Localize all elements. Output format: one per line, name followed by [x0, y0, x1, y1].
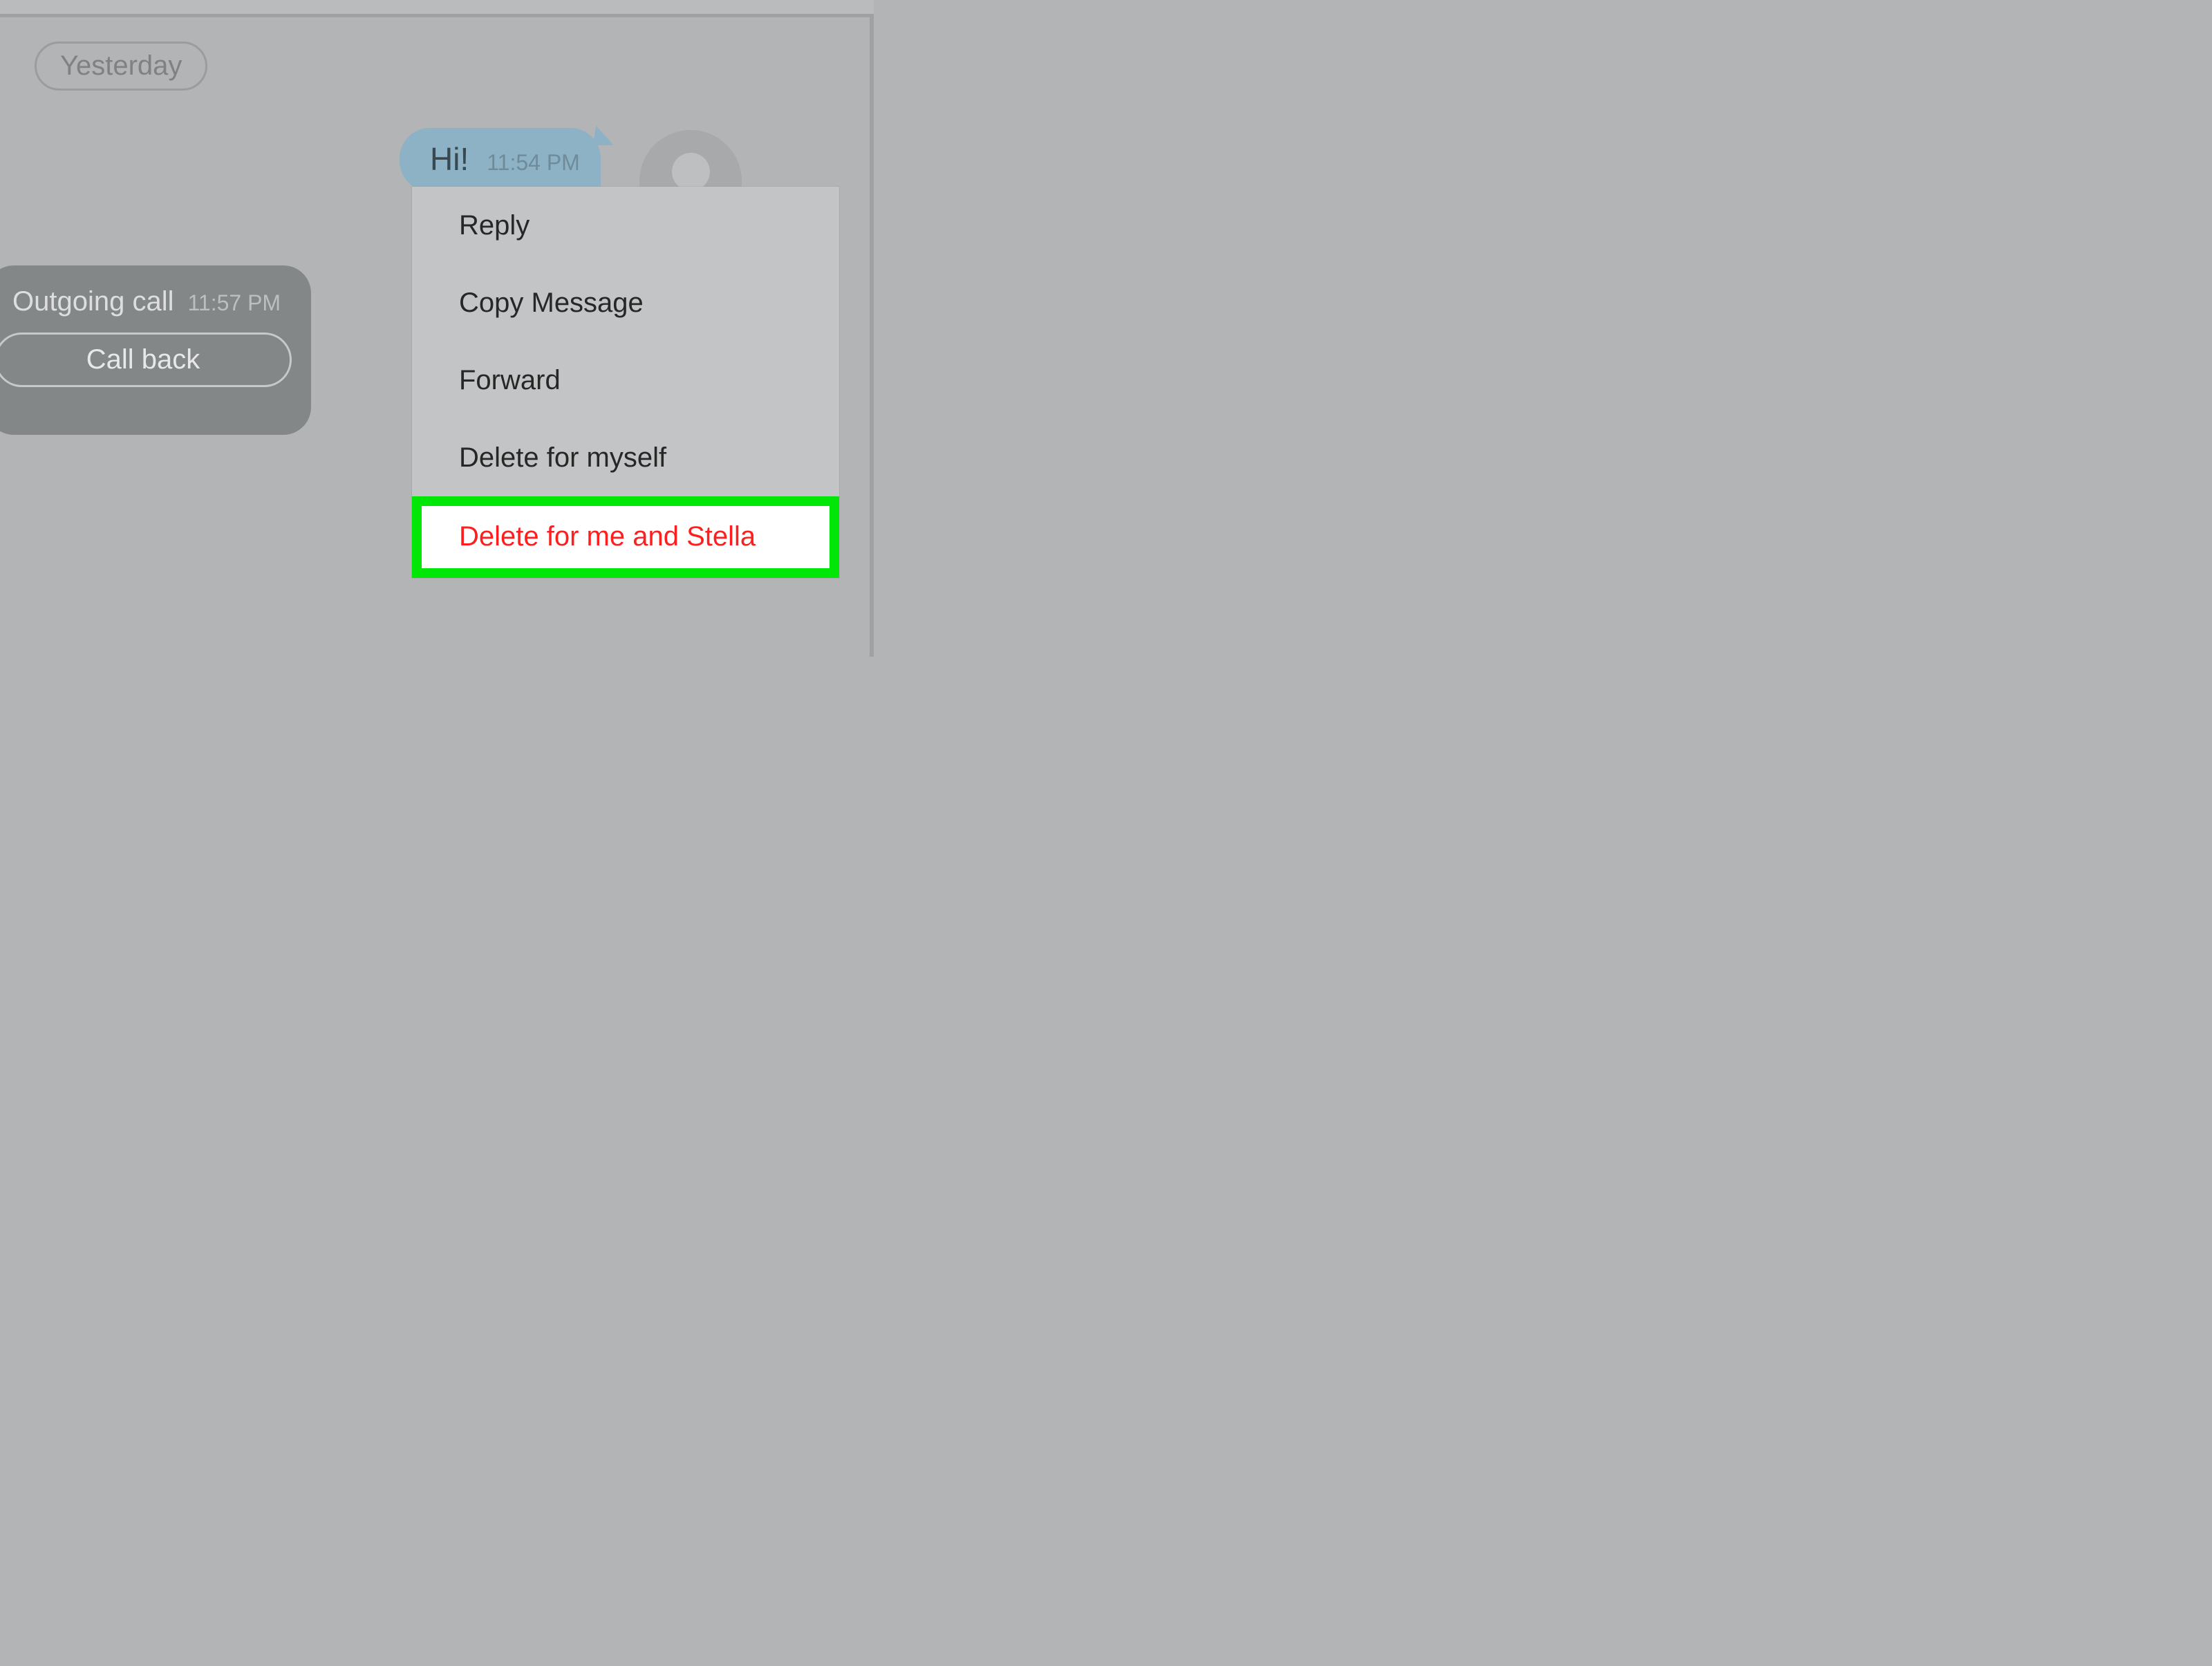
- date-separator-chip: Yesterday: [35, 41, 207, 91]
- message-time: 11:54 PM: [487, 150, 580, 176]
- call-header: Outgoing call 11:57 PM: [0, 286, 297, 317]
- call-back-button[interactable]: Call back: [0, 333, 292, 387]
- avatar-head: [672, 153, 710, 191]
- menu-copy-label: Copy Message: [459, 288, 644, 318]
- menu-delete-both-label: Delete for me and Stella: [459, 521, 756, 552]
- menu-delete-both[interactable]: Delete for me and Stella: [412, 496, 839, 578]
- call-time: 11:57 PM: [187, 290, 281, 316]
- outgoing-call-card: Outgoing call 11:57 PM Call back: [0, 265, 311, 435]
- menu-copy-message[interactable]: Copy Message: [412, 264, 839, 341]
- menu-reply[interactable]: Reply: [412, 187, 839, 264]
- window-titlebar: [0, 0, 874, 14]
- message-context-menu: Reply Copy Message Forward Delete for my…: [412, 187, 839, 578]
- menu-reply-label: Reply: [459, 210, 529, 241]
- call-title: Outgoing call: [12, 286, 174, 317]
- call-back-label: Call back: [86, 344, 200, 375]
- menu-delete-self[interactable]: Delete for myself: [412, 419, 839, 496]
- menu-delete-self-label: Delete for myself: [459, 442, 666, 473]
- menu-forward[interactable]: Forward: [412, 341, 839, 419]
- sent-message-bubble[interactable]: Hi! 11:54 PM: [400, 128, 601, 191]
- menu-forward-label: Forward: [459, 365, 561, 395]
- date-separator-label: Yesterday: [60, 50, 182, 81]
- message-text: Hi!: [430, 140, 469, 178]
